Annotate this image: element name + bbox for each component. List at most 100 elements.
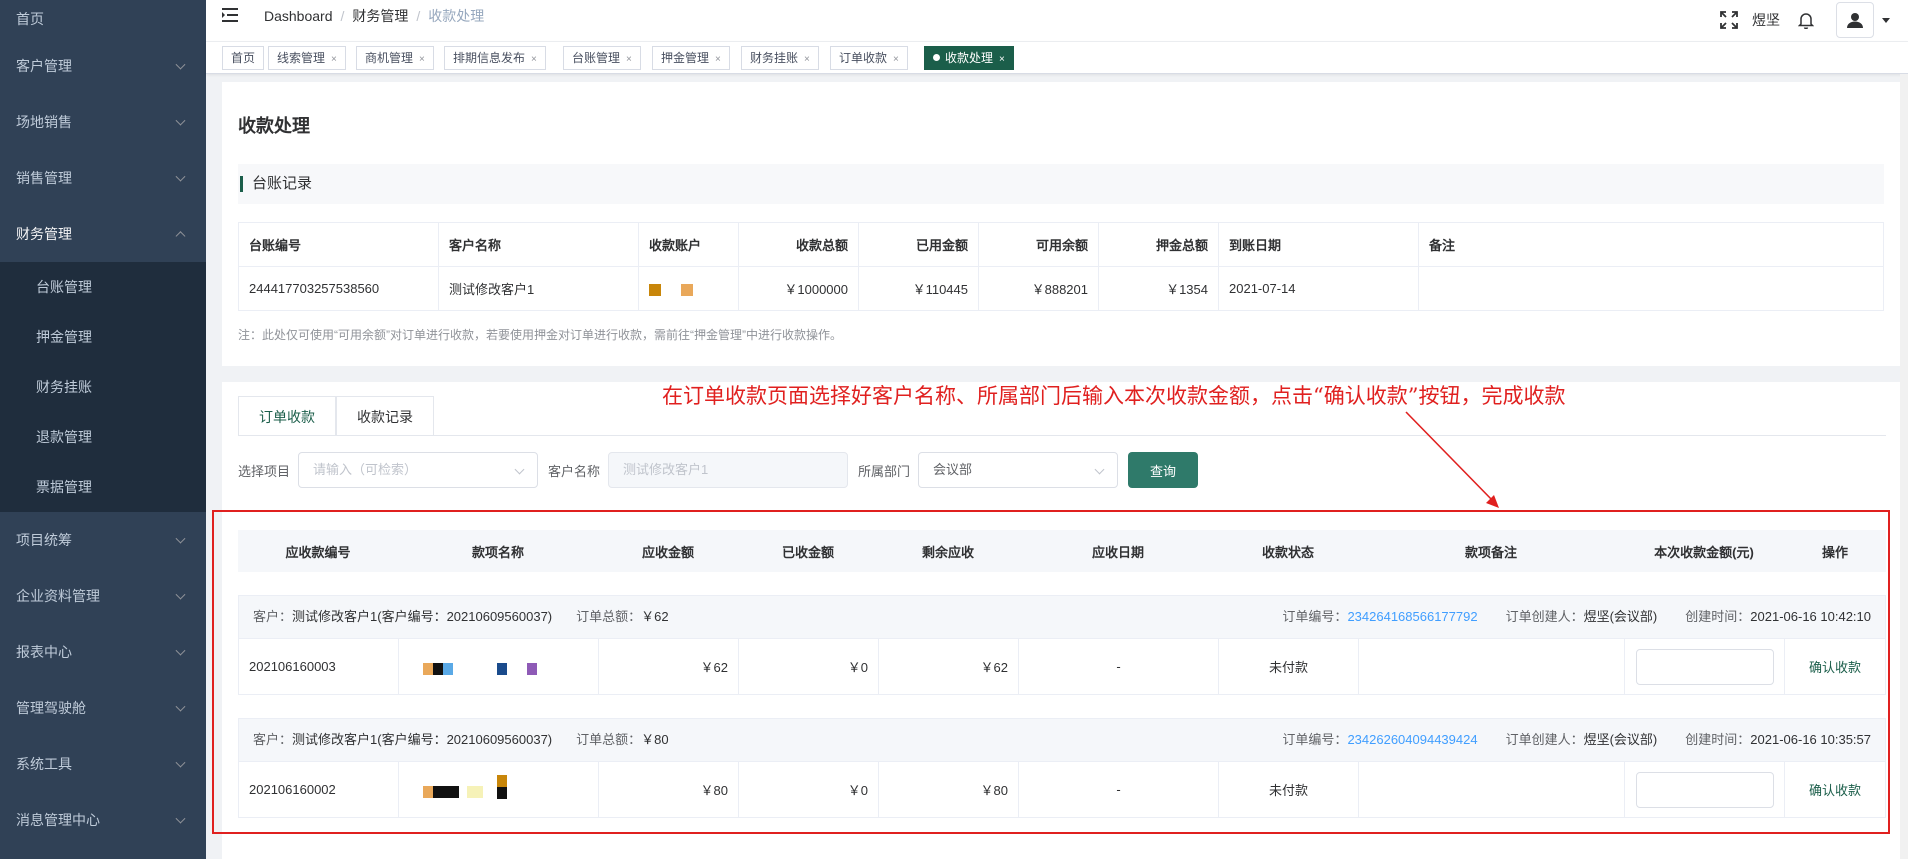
tag-opportunity[interactable]: 商机管理 × [356, 46, 434, 70]
order-creator: 煜坚(会议部) [1583, 609, 1658, 624]
order-no-label: 订单编号： [1282, 609, 1348, 624]
tag-label: 台账管理 [572, 51, 621, 65]
ledger-deposit: ￥1354 [1098, 266, 1219, 311]
bell-icon[interactable] [1798, 11, 1814, 29]
sidebar-item-project[interactable]: 项目统筹 [0, 512, 206, 568]
tag-schedule[interactable]: 排期信息发布 × [444, 46, 546, 70]
close-icon[interactable]: × [715, 54, 721, 65]
table-row: 244417703257538560 测试修改客户1 ￥1000000 ￥110… [238, 266, 1884, 311]
tag-hanging[interactable]: 财务挂账 × [741, 46, 819, 70]
sidebar-item-cockpit[interactable]: 管理驾驶舱 [0, 680, 206, 736]
chevron-down-icon [175, 115, 186, 126]
sidebar-item-reports[interactable]: 报表中心 [0, 624, 206, 680]
sidebar-item-label: 押金管理 [36, 329, 92, 345]
tab-payment-records[interactable]: 收款记录 [336, 396, 434, 436]
sidebar-item-sales[interactable]: 销售管理 [0, 150, 206, 206]
tab-order-payment[interactable]: 订单收款 [238, 396, 336, 436]
tag-home[interactable]: 首页 [222, 46, 265, 70]
caret-down-icon[interactable] [1882, 17, 1890, 23]
hamburger-icon[interactable] [222, 8, 238, 25]
sidebar-subitem-invoice[interactable]: 票据管理 [0, 462, 206, 512]
order-total: ￥80 [641, 732, 669, 747]
confirm-payment-button[interactable]: 确认收款 [1785, 762, 1885, 817]
dept-select[interactable]: 会议部 [918, 452, 1119, 488]
fullscreen-icon[interactable] [1720, 11, 1738, 29]
payment-amount-input[interactable] [1635, 648, 1774, 685]
query-button[interactable]: 查询 [1128, 452, 1199, 488]
sidebar-item-venue-sales[interactable]: 场地销售 [0, 94, 206, 150]
sidebar-item-label: 财务挂账 [36, 379, 92, 395]
close-icon[interactable]: × [531, 54, 537, 65]
close-icon[interactable]: × [626, 54, 632, 65]
column-header: 已收金额 [738, 530, 878, 572]
column-header: 备注 [1418, 222, 1884, 267]
sidebar-item-customer[interactable]: 客户管理 [0, 38, 206, 94]
chevron-up-icon [175, 231, 186, 242]
sidebar-item-label: 首页 [16, 11, 44, 27]
sidebar-item-label: 场地销售 [16, 114, 72, 130]
section-title: 台账记录 [252, 175, 313, 192]
tag-payment-processing[interactable]: 收款处理 × [924, 46, 1014, 70]
tag-order-payment[interactable]: 订单收款 × [830, 46, 908, 70]
due-date: - [1019, 639, 1219, 694]
sidebar-item-label: 退款管理 [36, 429, 92, 445]
sidebar-subitem-refund[interactable]: 退款管理 [0, 412, 206, 462]
chevron-down-icon [514, 464, 525, 475]
tabs: 订单收款 收款记录 [238, 396, 434, 436]
column-header: 操作 [1784, 530, 1886, 572]
breadcrumb-separator: / [416, 8, 421, 24]
user-name[interactable]: 煜坚 [1752, 10, 1780, 30]
sidebar-item-finance[interactable]: 财务管理 [0, 206, 206, 262]
ledger-account-redacted [638, 266, 739, 311]
close-icon[interactable]: × [419, 54, 425, 65]
sidebar-item-home[interactable]: 首页 [0, 0, 206, 38]
customer-prefix: 客户： [253, 732, 293, 747]
chevron-down-icon [175, 813, 186, 824]
payment-amount-input[interactable] [1635, 771, 1774, 808]
table-header-row: 台账编号 客户名称 收款账户 收款总额 已用金额 可用余额 押金总额 到账日期 … [238, 222, 1884, 267]
order-no-link[interactable]: 234262604094439424 [1347, 732, 1477, 747]
scrollbar[interactable] [1900, 74, 1908, 859]
close-icon[interactable]: × [893, 54, 899, 65]
tag-leads[interactable]: 线索管理 × [268, 46, 346, 70]
breadcrumb-home[interactable]: Dashboard [264, 8, 333, 24]
received-amount: ￥0 [739, 762, 879, 817]
confirm-payment-button[interactable]: 确认收款 [1785, 639, 1885, 694]
tag-deposit[interactable]: 押金管理 × [652, 46, 730, 70]
sidebar-subitem-ledger[interactable]: 台账管理 [0, 262, 206, 312]
tag-ledger[interactable]: 台账管理 × [563, 46, 641, 70]
project-select[interactable]: 请输入（可检索） [298, 452, 539, 488]
nav-right: 煜坚 [1720, 0, 1908, 40]
sidebar-item-messages[interactable]: 消息管理中心 [0, 792, 206, 848]
close-icon[interactable]: × [999, 54, 1005, 65]
sidebar-subitem-deposit[interactable]: 押金管理 [0, 312, 206, 362]
table-header-row: 应收款编号 款项名称 应收金额 已收金额 剩余应收 应收日期 收款状态 款项备注… [238, 530, 1886, 572]
order-customer-info: 客户：测试修改客户1(客户编号：20210609560037) 订单总额：￥62 [253, 596, 669, 638]
sidebar-item-label: 客户管理 [16, 58, 72, 74]
section-bar [240, 176, 243, 192]
breadcrumb-parent[interactable]: 财务管理 [352, 8, 408, 24]
chevron-down-icon [175, 533, 186, 544]
sidebar-item-tools[interactable]: 系统工具 [0, 736, 206, 792]
sidebar-item-company[interactable]: 企业资料管理 [0, 568, 206, 624]
order-no-link[interactable]: 234264168566177792 [1347, 609, 1477, 624]
annotation-arrow [1405, 411, 1499, 508]
chevron-down-icon [175, 701, 186, 712]
ledger-used: ￥110445 [858, 266, 979, 311]
item-name-redacted [399, 762, 599, 817]
creator-label: 订单创建人： [1505, 609, 1584, 624]
chevron-down-icon [175, 645, 186, 656]
created-label: 创建时间： [1685, 609, 1751, 624]
tag-label: 押金管理 [661, 51, 710, 65]
close-icon[interactable]: × [804, 54, 810, 65]
sidebar-subitem-hanging[interactable]: 财务挂账 [0, 362, 206, 412]
user-icon [1847, 13, 1863, 28]
remaining-amount: ￥62 [879, 639, 1019, 694]
annotation-text: 在订单收款页面选择好客户名称、所属部门后输入本次收款金额，点击“确认收款”按钮，… [662, 384, 1566, 408]
close-icon[interactable]: × [331, 54, 337, 65]
column-header: 收款账户 [638, 222, 739, 267]
received-amount: ￥0 [739, 639, 879, 694]
ledger-note: 注：此处仅可使用“可用余额”对订单进行收款，若要使用押金对订单进行收款，需前往“… [238, 328, 842, 342]
payment-status: 未付款 [1219, 639, 1359, 694]
avatar[interactable] [1836, 2, 1874, 38]
